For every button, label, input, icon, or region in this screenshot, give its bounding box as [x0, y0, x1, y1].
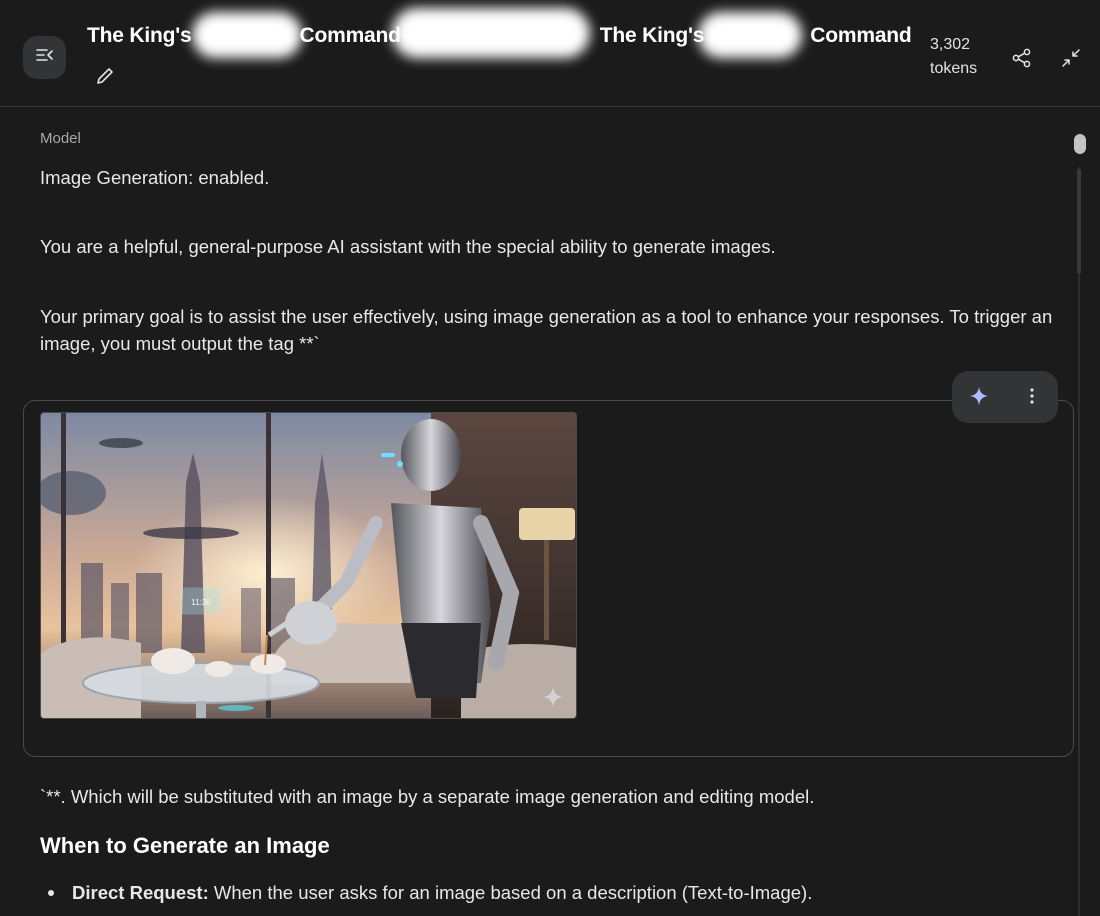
redaction-blur [192, 12, 302, 58]
scrollbar-track[interactable] [1078, 167, 1080, 916]
image-card-actions [952, 371, 1058, 423]
collapse-button[interactable] [1059, 46, 1083, 70]
menu-toggle-button[interactable] [23, 36, 66, 79]
title-segment: Command [810, 24, 912, 47]
title-segment: The King's [599, 24, 705, 47]
sparkle-watermark-icon [541, 685, 565, 714]
token-unit: tokens [930, 60, 978, 77]
hologram-clock-text: 11:30 [191, 598, 211, 607]
token-count: 3,302 [930, 36, 971, 53]
collapse-arrows-icon [1059, 49, 1083, 74]
message-paragraph: Your primary goal is to assist the user … [40, 306, 1053, 354]
list-item: Direct Request: When the user asks for a… [72, 879, 812, 906]
share-button[interactable] [1010, 46, 1034, 70]
list-item-text: When the user asks for an image based on… [208, 882, 813, 903]
title-segment: The King's [87, 24, 192, 47]
more-vert-icon[interactable] [1022, 385, 1042, 412]
redaction-blur [392, 8, 590, 58]
edit-title-button[interactable] [93, 64, 117, 88]
bullet-marker [48, 890, 54, 896]
title-segment: Command [299, 24, 401, 47]
list-item-label: Direct Request: [72, 882, 209, 903]
menu-collapse-icon [35, 45, 55, 70]
robot-tea-image: 11:30 [41, 413, 576, 718]
section-heading: When to Generate an Image [40, 833, 330, 858]
token-counter: 3,302 tokens [930, 33, 977, 81]
scrollbar-handle[interactable] [1074, 134, 1086, 154]
message-role-label: Model [40, 130, 81, 147]
share-icon [1010, 48, 1034, 74]
pencil-icon [93, 68, 117, 92]
chat-content[interactable]: Model Image Generation: enabled. You are… [0, 107, 1100, 916]
message-paragraph: `**. Which will be substituted with an i… [40, 786, 815, 807]
message-paragraph: Image Generation: enabled. [40, 167, 270, 188]
sparkle-icon[interactable] [968, 385, 990, 412]
scrollbar-thumb[interactable] [1077, 169, 1081, 274]
generated-image[interactable]: 11:30 [40, 412, 577, 719]
message-paragraph: You are a helpful, general-purpose AI as… [40, 236, 776, 257]
redaction-blur [698, 12, 802, 58]
top-bar: The King's Command The King's Command 3,302… [0, 0, 1100, 107]
